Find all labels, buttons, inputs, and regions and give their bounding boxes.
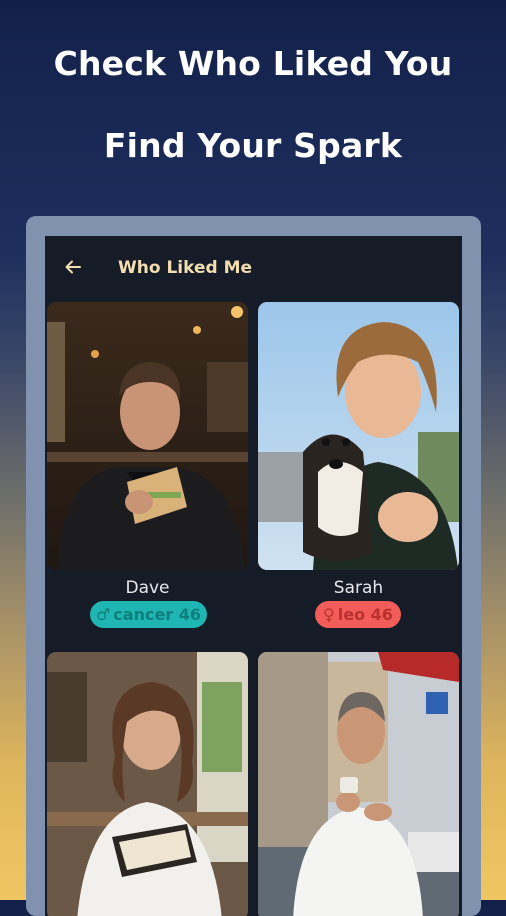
page-title: Who Liked Me — [118, 258, 253, 278]
app-bar: Who Liked Me — [45, 236, 462, 300]
zodiac-age-badge: ♂ cancer 46 — [90, 601, 207, 628]
profile-card-dave[interactable]: Dave ♂ cancer 46 — [47, 302, 248, 632]
profile-photo[interactable] — [47, 302, 248, 570]
zodiac-age-badge: ♀ leo 46 — [315, 601, 401, 628]
badge-label: cancer 46 — [113, 605, 202, 624]
female-icon: ♀ — [323, 605, 335, 624]
headline-secondary: Find Your Spark — [103, 126, 403, 165]
app-screen: Who Liked Me Dave ♂ cancer 46 Sarah ♀ le… — [45, 236, 462, 916]
back-button[interactable] — [62, 256, 84, 278]
profile-card[interactable] — [47, 652, 248, 916]
badge-label: leo 46 — [337, 605, 393, 624]
profile-photo[interactable] — [47, 652, 248, 916]
profile-name: Dave — [125, 578, 170, 598]
profile-photo[interactable] — [258, 652, 459, 916]
headline-primary: Check Who Liked You — [53, 44, 453, 83]
profile-card-sarah[interactable]: Sarah ♀ leo 46 — [258, 302, 459, 632]
arrow-left-icon — [65, 260, 81, 274]
profile-card[interactable] — [258, 652, 459, 916]
profile-photo[interactable] — [258, 302, 459, 570]
profile-name: Sarah — [333, 578, 384, 598]
male-icon: ♂ — [95, 605, 111, 624]
